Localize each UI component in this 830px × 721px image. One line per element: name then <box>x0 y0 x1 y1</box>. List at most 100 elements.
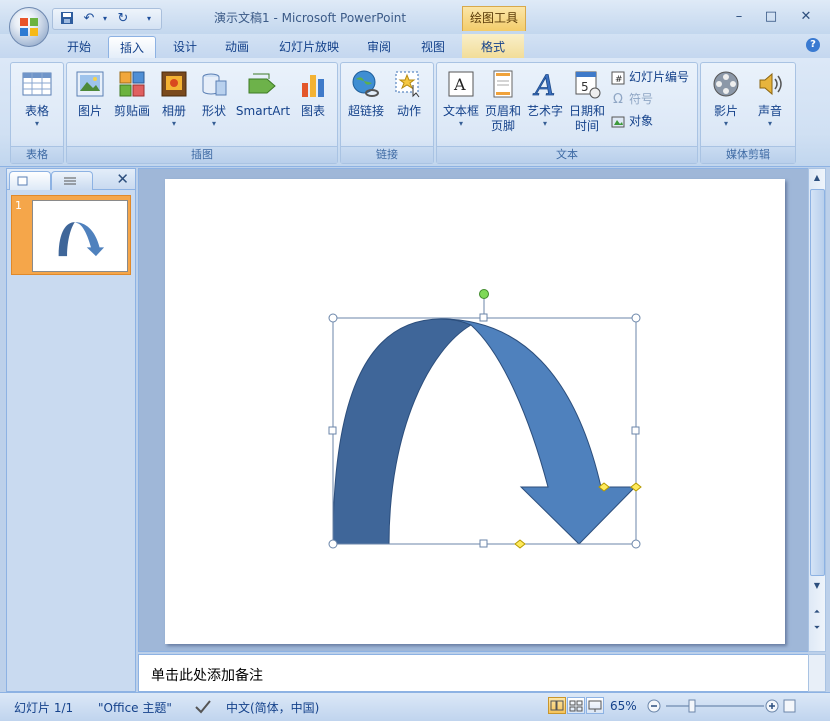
shapes-button[interactable]: 形状 ▾ <box>195 69 233 129</box>
group-label: 链接 <box>341 146 433 163</box>
dropdown-arrow-icon: ▾ <box>211 119 216 128</box>
picture-label: 图片 <box>77 104 102 118</box>
zoom-level[interactable]: 65% <box>610 699 637 713</box>
vertical-scrollbar[interactable]: ▲ ▼ ⏶ ⏷ <box>808 168 826 652</box>
tab-slide-show[interactable]: 幻灯片放映 <box>272 36 346 58</box>
smartart-button[interactable]: SmartArt <box>235 69 291 119</box>
tab-review[interactable]: 审阅 <box>358 36 400 58</box>
photo-album-button[interactable]: 相册 ▾ <box>155 69 193 129</box>
slide-number-icon: # <box>611 71 625 85</box>
undo-icon[interactable]: ↶ <box>81 11 97 27</box>
group-links: 超链接 动作 链接 <box>340 62 434 164</box>
resize-handle <box>328 539 338 549</box>
speaker-icon <box>759 72 782 96</box>
slide-sorter-button[interactable] <box>567 697 585 714</box>
wordart-icon: A <box>532 69 556 103</box>
clipart-button[interactable]: 剪贴画 <box>111 69 153 119</box>
resize-handle <box>328 313 338 323</box>
slide-canvas[interactable] <box>165 179 785 644</box>
wordart-label: 艺术字 <box>526 104 563 118</box>
slide-show-icon <box>588 700 602 712</box>
header-footer-button[interactable]: 页眉和页脚 <box>483 69 523 134</box>
tab-design[interactable]: 设计 <box>164 36 206 58</box>
normal-view-button[interactable] <box>548 697 566 714</box>
customize-qat-icon[interactable]: ▾ <box>141 11 157 27</box>
object-icon <box>611 116 625 127</box>
header-footer-icon <box>493 70 513 98</box>
tab-view[interactable]: 视图 <box>412 36 454 58</box>
slide-counter: 幻灯片 1/1 <box>14 701 74 715</box>
maximize-button[interactable]: □ <box>760 9 782 25</box>
dropdown-arrow-icon: ▾ <box>34 119 39 128</box>
notes-scrollbar[interactable] <box>808 654 826 692</box>
table-button[interactable]: 表格 ▾ <box>17 69 57 129</box>
next-slide-icon[interactable]: ⏷ <box>809 621 825 635</box>
ribbon: 表格 ▾ 表格 图片 剪贴画 相册 ▾ 形状 ▾ SmartArt 图表 插图 … <box>0 58 830 167</box>
picture-button[interactable]: 图片 <box>71 69 109 119</box>
spellcheck-icon[interactable] <box>194 698 212 714</box>
textbox-button[interactable]: A 文本框 ▾ <box>441 69 481 129</box>
slides-tab-icon <box>17 176 28 186</box>
scrollbar-thumb[interactable] <box>810 189 825 576</box>
office-button[interactable] <box>9 7 49 47</box>
help-icon[interactable]: ? <box>806 38 820 52</box>
redo-icon[interactable]: ↻ <box>115 11 131 27</box>
photo-album-icon <box>161 71 187 97</box>
minimize-button[interactable]: – <box>728 9 750 25</box>
slide-thumbnail-number: 1 <box>15 199 22 212</box>
slide-show-button[interactable] <box>586 697 604 714</box>
tab-format[interactable]: 格式 <box>470 36 516 58</box>
scroll-down-icon[interactable]: ▼ <box>809 579 825 593</box>
tab-animations[interactable]: 动画 <box>216 36 258 58</box>
pane-close-icon[interactable]: ✕ <box>116 170 129 188</box>
group-label: 表格 <box>11 146 63 163</box>
curved-arrow-shape[interactable] <box>165 179 785 644</box>
tab-insert[interactable]: 插入 <box>108 36 156 59</box>
movie-button[interactable]: 影片 ▾ <box>705 69 747 129</box>
dropdown-arrow-icon: ▾ <box>542 119 547 128</box>
action-star-icon <box>395 71 420 98</box>
office-logo-icon <box>20 18 38 36</box>
shapes-icon <box>202 73 227 96</box>
slides-tab[interactable] <box>9 171 51 190</box>
outline-tab[interactable] <box>51 171 93 190</box>
previous-slide-icon[interactable]: ⏶ <box>809 605 825 619</box>
object-label: 对象 <box>629 114 654 128</box>
dropdown-arrow-icon: ▾ <box>767 119 772 128</box>
chart-label: 图表 <box>300 104 325 118</box>
svg-text:A: A <box>532 69 555 99</box>
slide-thumbnail[interactable] <box>32 200 128 272</box>
chart-button[interactable]: 图表 <box>295 69 331 119</box>
object-button[interactable]: 对象 <box>611 111 653 131</box>
date-time-label: 日期和时间 <box>568 104 605 133</box>
group-label: 媒体剪辑 <box>701 146 795 163</box>
slide-number-button[interactable]: # 幻灯片编号 <box>611 67 689 87</box>
smartart-icon <box>248 73 276 94</box>
tab-home[interactable]: 开始 <box>58 36 100 58</box>
window-title: 演示文稿1 - Microsoft PowerPoint <box>214 11 407 25</box>
wordart-button[interactable]: A 艺术字 ▾ <box>525 69 565 129</box>
save-icon[interactable] <box>59 11 75 27</box>
scroll-up-icon[interactable]: ▲ <box>809 171 825 185</box>
undo-dropdown-icon[interactable]: ▾ <box>97 11 113 27</box>
notes-pane[interactable]: 单击此处添加备注 <box>138 654 810 692</box>
date-time-button[interactable]: 5 日期和时间 <box>567 69 607 134</box>
textbox-label: 文本框 <box>442 104 479 118</box>
zoom-slider[interactable] <box>646 698 796 714</box>
resize-handle <box>631 539 641 549</box>
action-button[interactable]: 动作 <box>389 69 429 119</box>
close-button[interactable]: ✕ <box>795 9 817 25</box>
slide-number-label: 幻灯片编号 <box>629 70 690 84</box>
group-tables: 表格 ▾ 表格 <box>10 62 64 164</box>
film-reel-icon <box>713 71 739 97</box>
hyperlink-label: 超链接 <box>347 104 384 118</box>
resize-handle <box>328 426 337 435</box>
language-indicator[interactable]: 中文(简体，中国) <box>226 699 319 716</box>
resize-handle <box>479 539 488 548</box>
hyperlink-button[interactable]: 超链接 <box>345 69 387 119</box>
sound-button[interactable]: 声音 ▾ <box>749 69 791 129</box>
slide-thumbnail-selected[interactable]: 1 <box>11 195 131 275</box>
group-illustrations: 图片 剪贴画 相册 ▾ 形状 ▾ SmartArt 图表 插图 <box>66 62 338 164</box>
adjustment-handle <box>514 539 526 549</box>
symbol-label: 符号 <box>629 92 654 106</box>
